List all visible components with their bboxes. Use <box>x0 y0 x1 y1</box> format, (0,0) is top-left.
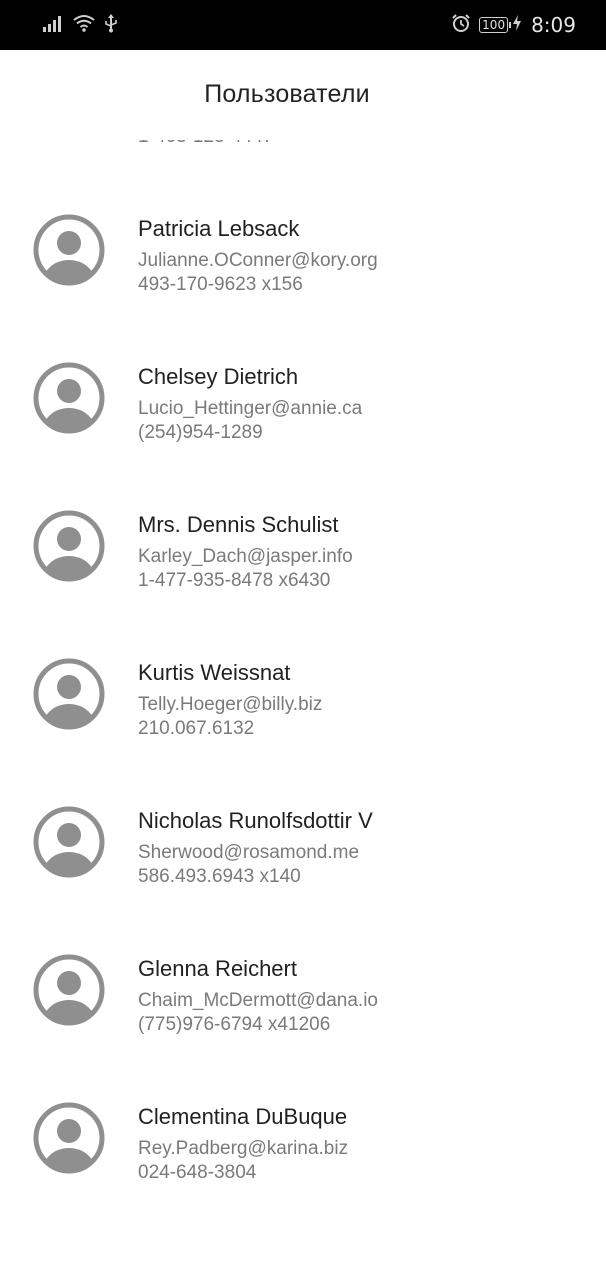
user-avatar-icon <box>33 954 105 1026</box>
user-email: Sherwood@rosamond.me <box>138 842 360 863</box>
user-list-item[interactable]: Patricia Lebsack Julianne.OConner@kory.o… <box>0 168 606 316</box>
status-bar: 100 8:09 <box>0 0 606 50</box>
user-name: Mrs. Dennis Schulist <box>138 512 339 537</box>
app-bar: Пользователи <box>0 50 606 140</box>
status-time: 8:09 <box>531 13 576 37</box>
user-name: Clementina DuBuque <box>138 1104 348 1129</box>
user-phone: 1-463-123-4447 <box>138 140 273 148</box>
signal-bars-icon <box>42 14 64 37</box>
user-list-item[interactable]: Nicholas Runolfsdottir V Sherwood@rosamo… <box>0 760 606 908</box>
charging-bolt-icon <box>513 14 522 36</box>
status-left-icons <box>42 13 118 38</box>
user-name: Glenna Reichert <box>138 956 297 981</box>
user-phone: 024-648-3804 <box>138 1162 257 1183</box>
wifi-icon <box>72 13 96 38</box>
user-list-item[interactable]: Glenna Reichert Chaim_McDermott@dana.io … <box>0 908 606 1056</box>
user-name: Nicholas Runolfsdottir V <box>138 808 373 833</box>
alarm-clock-icon <box>451 13 471 38</box>
user-phone: 1-477-935-8478 x6430 <box>138 570 331 591</box>
user-avatar-icon <box>33 806 105 878</box>
user-list-item[interactable]: Mrs. Dennis Schulist Karley_Dach@jasper.… <box>0 464 606 612</box>
user-email: Telly.Hoeger@billy.biz <box>138 694 323 715</box>
user-email: Rey.Padberg@karina.biz <box>138 1138 349 1159</box>
user-phone: 210.067.6132 <box>138 718 255 739</box>
battery-indicator: 100 <box>479 17 512 33</box>
user-email: Chaim_McDermott@dana.io <box>138 990 378 1011</box>
users-list[interactable]: Nathan@yesenia.net 1-463-123-4447 Patric… <box>0 140 606 1280</box>
user-avatar-icon <box>33 214 105 286</box>
battery-tip <box>509 22 512 28</box>
user-avatar-icon <box>33 362 105 434</box>
user-avatar-icon <box>33 1102 105 1174</box>
page-title: Пользователи <box>204 80 370 108</box>
user-avatar-icon <box>33 510 105 582</box>
user-avatar-icon <box>33 658 105 730</box>
users-list-content: Nathan@yesenia.net 1-463-123-4447 Patric… <box>0 140 606 1204</box>
user-name: Chelsey Dietrich <box>138 364 299 389</box>
user-name: Patricia Lebsack <box>138 216 300 241</box>
user-list-item[interactable]: Nathan@yesenia.net 1-463-123-4447 <box>0 140 606 168</box>
user-list-item[interactable]: Kurtis Weissnat Telly.Hoeger@billy.biz 2… <box>0 612 606 760</box>
user-phone: 586.493.6943 x140 <box>138 866 301 887</box>
usb-icon <box>104 13 118 38</box>
user-list-item[interactable]: Clementina DuBuque Rey.Padberg@karina.bi… <box>0 1056 606 1204</box>
user-phone: 493-170-9623 x156 <box>138 274 303 295</box>
user-phone: (775)976-6794 x41206 <box>138 1014 331 1035</box>
user-phone: (254)954-1289 <box>138 422 263 443</box>
user-name: Kurtis Weissnat <box>138 660 291 685</box>
user-email: Karley_Dach@jasper.info <box>138 546 353 567</box>
user-list-item[interactable]: Chelsey Dietrich Lucio_Hettinger@annie.c… <box>0 316 606 464</box>
user-email: Julianne.OConner@kory.org <box>138 250 378 271</box>
status-right-icons: 100 8:09 <box>451 12 576 38</box>
battery-level: 100 <box>479 17 509 33</box>
user-email: Lucio_Hettinger@annie.ca <box>138 398 363 419</box>
